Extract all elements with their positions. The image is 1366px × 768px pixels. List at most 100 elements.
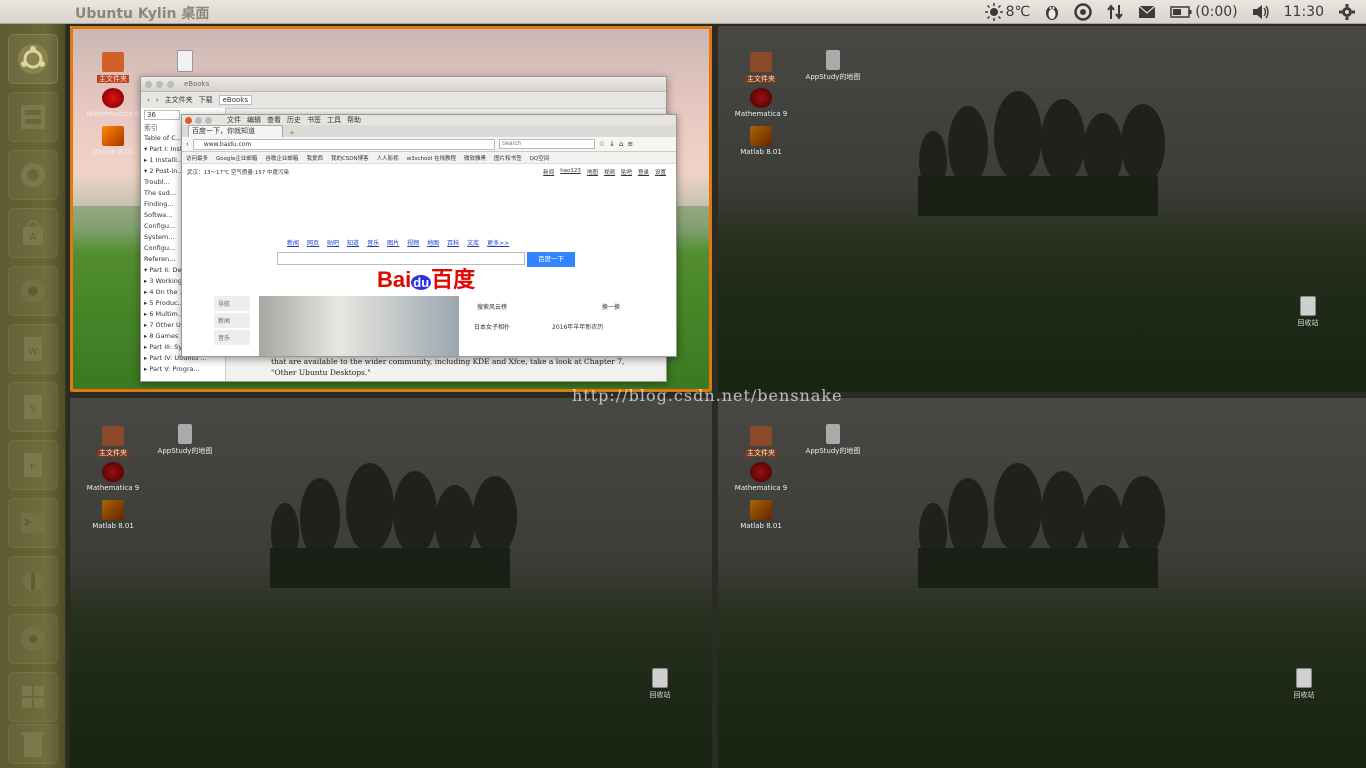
desktop-icon-matlab[interactable]: Matlab 8.01: [78, 126, 148, 156]
launcher-dash-button[interactable]: [8, 34, 58, 84]
menu-item[interactable]: 帮助: [347, 115, 361, 125]
bookmark-item[interactable]: QQ空间: [530, 154, 550, 162]
desktop-icon-mathematica[interactable]: Mathematica 9: [726, 462, 796, 492]
sync-indicator[interactable]: [1074, 3, 1093, 21]
launcher-wps-presentation[interactable]: P: [8, 440, 58, 490]
desktop-icon-home[interactable]: 主文件夹: [78, 426, 148, 458]
bookmark-item[interactable]: 访问最多: [186, 154, 208, 162]
baidu-nav-link[interactable]: 更多>>: [487, 238, 509, 247]
desktop-icon-app[interactable]: AppStudy的地图: [798, 424, 868, 456]
desktop-icon-app[interactable]: AppStudy的地图: [798, 50, 868, 82]
minimize-icon[interactable]: [156, 80, 163, 88]
home-icon[interactable]: ⌂: [619, 140, 623, 148]
menu-item[interactable]: 书签: [307, 115, 321, 125]
menu-item[interactable]: 编辑: [247, 115, 261, 125]
top-link[interactable]: 地图: [587, 168, 598, 176]
launcher-wps-spreadsheet[interactable]: S: [8, 382, 58, 432]
menu-item[interactable]: 工具: [327, 115, 341, 125]
browser-tab[interactable]: 百度一下，你就知道: [188, 125, 283, 137]
workspace-3[interactable]: 主文件夹 Mathematica 9 Matlab 8.01 AppStudy的…: [70, 398, 712, 768]
baidu-search-button[interactable]: 百度一下: [527, 252, 575, 267]
launcher-trash[interactable]: [8, 724, 58, 764]
desktop-icon-home[interactable]: 主文件夹: [726, 426, 796, 458]
bookmark-item[interactable]: w3school 在线教程: [407, 154, 456, 162]
file-manager-titlebar[interactable]: eBooks: [141, 77, 666, 92]
desktop-icon-matlab[interactable]: Matlab 8.01: [78, 500, 148, 530]
close-icon[interactable]: [145, 80, 152, 88]
bookmark-item[interactable]: Google企业邮箱: [216, 154, 257, 162]
bookmark-item[interactable]: 谷歌企业邮箱: [265, 154, 298, 162]
sound-indicator[interactable]: [1252, 4, 1270, 20]
clock-indicator[interactable]: 11:30: [1284, 4, 1324, 20]
side-tab[interactable]: 导航: [214, 296, 250, 311]
mail-indicator[interactable]: [1138, 5, 1156, 19]
search-input[interactable]: [498, 139, 595, 149]
launcher-terminal[interactable]: [8, 498, 58, 548]
close-icon[interactable]: [185, 116, 192, 124]
baidu-nav-link[interactable]: 新闻: [287, 238, 299, 247]
bookmark-item[interactable]: 微软雅黑: [464, 154, 486, 162]
workspace-1[interactable]: 主文件夹 Mathematica 9 Matlab 8.01 eBooks ‹ …: [70, 26, 712, 392]
baidu-nav-link[interactable]: 贴吧: [327, 238, 339, 247]
new-tab-icon[interactable]: +: [289, 129, 295, 137]
network-indicator[interactable]: [1106, 3, 1124, 21]
bookmark-item[interactable]: 图片和书签: [494, 154, 522, 162]
launcher-software-center[interactable]: A: [8, 208, 58, 258]
desktop-icon-app[interactable]: AppStudy的地图: [150, 424, 220, 456]
bookmark-item[interactable]: 我爱西: [306, 154, 323, 162]
path-current[interactable]: eBooks: [218, 95, 252, 105]
menu-item[interactable]: 查看: [267, 115, 281, 125]
baidu-nav-link[interactable]: 视频: [407, 238, 419, 247]
menu-item[interactable]: 文件: [227, 115, 241, 125]
launcher-firefox[interactable]: [8, 150, 58, 200]
minimize-icon[interactable]: [195, 116, 202, 124]
launcher-wps-writer[interactable]: W: [8, 324, 58, 374]
launcher-settings[interactable]: [8, 556, 58, 606]
back-icon[interactable]: ‹: [147, 96, 150, 104]
download-icon[interactable]: ↓: [609, 140, 615, 148]
bookmark-item[interactable]: 我的CSDN博客: [331, 154, 369, 162]
desktop-icon-trash[interactable]: 回收站: [1284, 668, 1324, 700]
top-link[interactable]: hao123: [560, 168, 581, 176]
desktop-icon-matlab[interactable]: Matlab 8.01: [726, 500, 796, 530]
side-tab[interactable]: 新闻: [214, 313, 250, 328]
session-indicator[interactable]: [1338, 3, 1356, 21]
forward-icon[interactable]: ›: [156, 96, 159, 104]
baidu-nav-link[interactable]: 知道: [347, 238, 359, 247]
baidu-nav-link[interactable]: 百科: [447, 238, 459, 247]
launcher-ubuntu-one[interactable]: [8, 266, 58, 316]
baidu-nav-link[interactable]: 文库: [467, 238, 479, 247]
menu-icon[interactable]: ≡: [627, 140, 633, 148]
desktop-icon-trash[interactable]: 回收站: [640, 668, 680, 700]
browser-window[interactable]: 文件 编辑 查看 历史 书签 工具 帮助 百度一下，你就知道 + ‹ www.baidu.c…: [181, 114, 677, 357]
toc-item[interactable]: ▸ Part V: Progra...: [144, 364, 222, 375]
maximize-icon[interactable]: [205, 116, 212, 124]
weather-indicator[interactable]: 8℃: [984, 3, 1030, 21]
baidu-nav-link[interactable]: 音乐: [367, 238, 379, 247]
battery-indicator[interactable]: (0:00): [1170, 4, 1238, 20]
launcher-files[interactable]: [8, 92, 58, 142]
desktop-icon-mathematica[interactable]: Mathematica 9: [78, 88, 148, 118]
side-tab[interactable]: 音乐: [214, 330, 250, 345]
top-link[interactable]: 新闻: [543, 168, 554, 176]
desktop-icon-mathematica[interactable]: Mathematica 9: [726, 88, 796, 118]
top-link[interactable]: 贴吧: [621, 168, 632, 176]
baidu-nav-link[interactable]: 地图: [427, 238, 439, 247]
maximize-icon[interactable]: [167, 80, 174, 88]
url-bar[interactable]: www.baidu.com: [192, 138, 495, 150]
zoom-field[interactable]: 36: [144, 110, 180, 120]
refresh-link[interactable]: 换一换: [602, 302, 620, 311]
desktop-icon-mathematica[interactable]: Mathematica 9: [78, 462, 148, 492]
workspace-4[interactable]: 主文件夹 Mathematica 9 Matlab 8.01 AppStudy的…: [718, 398, 1366, 768]
workspace-2[interactable]: 主文件夹 Mathematica 9 Matlab 8.01 AppStudy的…: [718, 26, 1366, 392]
path-downloads[interactable]: 下载: [199, 95, 213, 105]
back-icon[interactable]: ‹: [186, 140, 189, 148]
top-link[interactable]: 设置: [655, 168, 666, 176]
path-home[interactable]: 主文件夹: [165, 95, 193, 105]
desktop-icon-matlab[interactable]: Matlab 8.01: [726, 126, 796, 156]
launcher-workspace-switcher[interactable]: [8, 672, 58, 722]
bookmark-item[interactable]: 人人影视: [377, 154, 399, 162]
desktop-icon-home[interactable]: 主文件夹: [78, 52, 148, 84]
launcher-chrome[interactable]: [8, 614, 58, 664]
star-icon[interactable]: ☆: [599, 140, 605, 148]
